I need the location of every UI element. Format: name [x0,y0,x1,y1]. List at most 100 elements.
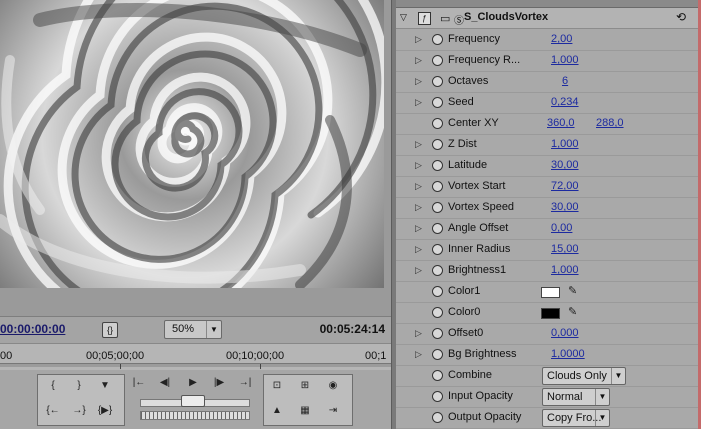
stopwatch-icon[interactable] [432,307,443,318]
param-value[interactable]: 0,00 [551,222,572,234]
effect-name: S_CloudsVortex [464,11,549,23]
ruler-label: 00;05;00;00 [86,350,145,362]
time-ruler[interactable]: 00 00;05;00;00 00;10;00;00 00;1 [0,343,391,370]
shuttle-handle[interactable] [181,395,205,407]
edit-group: ⊡ ⊞ ◉ ▲ ▦ ⇥ [263,374,353,426]
param-value[interactable]: 2,00 [551,33,572,45]
stopwatch-icon[interactable] [432,181,443,192]
step-back-marker-icon[interactable]: |← [128,374,150,392]
stopwatch-icon[interactable] [432,244,443,255]
twirl-closed-icon[interactable]: ▷ [415,34,422,45]
twirl-closed-icon[interactable]: ▷ [415,349,422,360]
twirl-closed-icon[interactable]: ▷ [415,55,422,66]
param-value[interactable]: 1,000 [551,264,579,276]
twirl-closed-icon[interactable]: ▷ [415,160,422,171]
goto-in-icon[interactable]: {← [42,402,64,420]
param-value[interactable]: 360,0 [547,117,575,129]
zoom-select[interactable]: 50% ▼ [164,320,222,339]
param-label: Input Opacity [448,390,513,402]
param-value[interactable]: 1,0000 [551,348,585,360]
set-marker-icon[interactable]: ▼ [94,377,116,395]
param-value[interactable]: 15,00 [551,243,579,255]
shuttle-track[interactable] [140,411,250,420]
twirl-closed-icon[interactable]: ▷ [415,244,422,255]
param-value-y[interactable]: 288,0 [596,117,624,129]
step-forward-icon[interactable]: |▶ [208,374,230,392]
stopwatch-icon[interactable] [432,370,443,381]
loop-icon[interactable]: ⊡ [266,377,288,395]
eyedropper-icon[interactable]: ✎ [568,305,577,318]
param-value[interactable]: 30,00 [551,201,579,213]
param-label: Seed [448,96,474,108]
video-preview[interactable] [0,0,384,288]
current-timecode[interactable]: 00:00:00:00 [0,322,65,336]
param-dropdown[interactable]: Copy Fro... ▼ [542,409,610,427]
param-value[interactable]: 30,00 [551,159,579,171]
param-value[interactable]: 0,000 [551,327,579,339]
eyedropper-icon[interactable]: ✎ [568,284,577,297]
step-back-icon[interactable]: ◀| [154,374,176,392]
stopwatch-icon[interactable] [432,286,443,297]
param-label: Output Opacity [448,411,522,423]
stopwatch-icon[interactable] [432,349,443,360]
param-value[interactable]: 6 [562,75,568,87]
dropdown-value: Copy Fro... [547,412,602,424]
safe-margins-icon[interactable]: ⊞ [294,377,316,395]
param-value[interactable]: 72,00 [551,180,579,192]
dropdown-value: Clouds Only [547,370,607,382]
stopwatch-icon[interactable] [432,160,443,171]
twirl-closed-icon[interactable]: ▷ [415,76,422,87]
output-icon[interactable]: ◉ [322,377,344,395]
param-label: Vortex Start [448,180,506,192]
twirl-closed-icon[interactable]: ▷ [415,181,422,192]
stopwatch-icon[interactable] [432,118,443,129]
stopwatch-icon[interactable] [432,34,443,45]
stopwatch-icon[interactable] [432,328,443,339]
twirl-closed-icon[interactable]: ▷ [415,202,422,213]
effect-badge-icon: Ⓢ [454,16,464,27]
step-forward-marker-icon[interactable]: →| [234,374,256,392]
param-dropdown[interactable]: Normal ▼ [542,388,610,406]
extract-icon[interactable]: ▦ [294,402,316,420]
stopwatch-icon[interactable] [432,391,443,402]
twirl-closed-icon[interactable]: ▷ [415,97,422,108]
twirl-closed-icon[interactable]: ▷ [415,265,422,276]
play-icon[interactable]: ▶ [182,374,204,392]
stopwatch-icon[interactable] [432,223,443,234]
stopwatch-icon[interactable] [432,202,443,213]
stopwatch-icon[interactable] [432,265,443,276]
fx-toggle-icon[interactable]: ƒ [418,12,431,25]
param-label: Center XY [448,117,499,129]
param-value[interactable]: 0,234 [551,96,579,108]
effect-header: ▽ ƒ ▭ Ⓢ S_CloudsVortex ⟲ [396,8,698,29]
param-label: Octaves [448,75,489,87]
mark-out-icon[interactable]: } [68,377,90,395]
param-row: ▷ Bg Brightness 1,0000 [396,344,698,366]
stopwatch-icon[interactable] [432,55,443,66]
play-in-out-icon[interactable]: {▶} [94,402,116,420]
param-label: Angle Offset [448,222,509,234]
twirl-closed-icon[interactable]: ▷ [415,139,422,150]
ruler-track [0,363,391,367]
goto-out-icon[interactable]: →} [68,402,90,420]
param-value[interactable]: 1,000 [551,54,579,66]
twirl-closed-icon[interactable]: ▷ [415,223,422,234]
stopwatch-icon[interactable] [432,97,443,108]
trim-icon[interactable]: ⇥ [322,402,344,420]
mark-in-icon[interactable]: { [42,377,64,395]
reset-icon[interactable]: ⟲ [676,10,686,24]
twirl-open-icon[interactable]: ▽ [400,12,407,23]
param-value[interactable]: 1,000 [551,138,579,150]
param-row: Output Opacity Copy Fro... ▼ [396,407,698,429]
stopwatch-icon[interactable] [432,139,443,150]
chevron-down-icon: ▼ [595,389,609,405]
stopwatch-icon[interactable] [432,76,443,87]
marker-icon[interactable]: {} [102,322,118,338]
twirl-closed-icon[interactable]: ▷ [415,328,422,339]
color-swatch[interactable] [541,308,560,319]
lift-icon[interactable]: ▲ [266,402,288,420]
param-row: ▷ Frequency R... 1,000 [396,50,698,72]
color-swatch[interactable] [541,287,560,298]
param-dropdown[interactable]: Clouds Only ▼ [542,367,626,385]
stopwatch-icon[interactable] [432,412,443,423]
